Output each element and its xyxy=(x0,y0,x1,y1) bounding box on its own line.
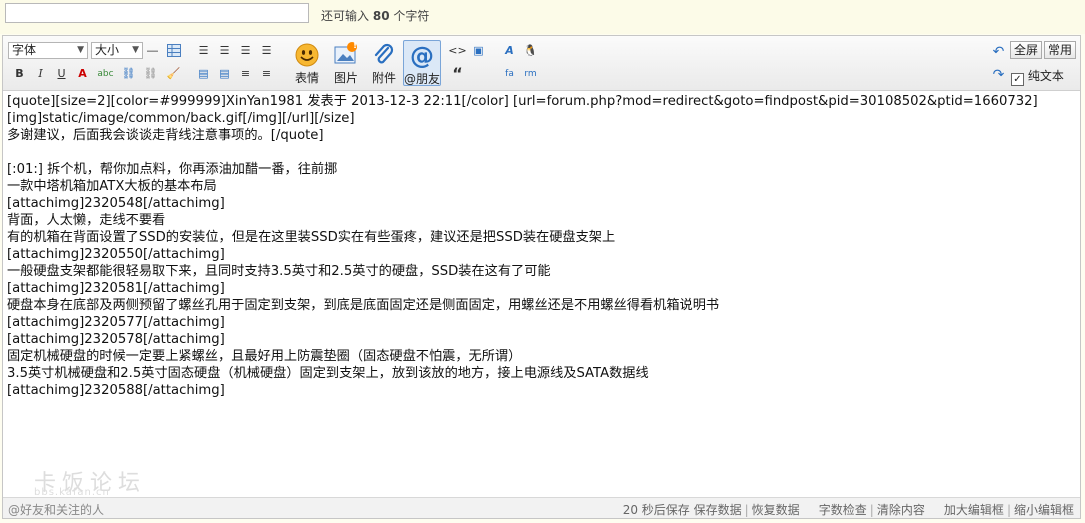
media-icon[interactable]: rm xyxy=(522,65,539,82)
attach-button[interactable]: 附件 xyxy=(365,40,403,86)
checkbox-checked-icon[interactable]: ✓ xyxy=(1011,73,1024,86)
size-select[interactable]: 大小 ▼ xyxy=(91,42,143,59)
mention-friends-link[interactable]: @好友和关注的人 xyxy=(8,501,104,518)
flash-icon[interactable]: fa xyxy=(501,65,518,82)
watermark: 卡饭论坛 bbs.kafan.cn xyxy=(34,465,146,498)
plaintext-label: 纯文本 xyxy=(1027,69,1064,83)
image-badge: ! xyxy=(353,41,358,51)
quote-glyph: “ xyxy=(452,64,463,83)
bold-icon[interactable]: B xyxy=(11,65,28,82)
unlink-icon[interactable]: ⛓ xyxy=(142,65,159,82)
content-line: 有的机箱在背面设置了SSD的安装位，但是在这里装SSD实在有些蛋疼，建议还是把S… xyxy=(7,230,616,245)
common-label: 常用 xyxy=(1048,43,1073,57)
float-left-icon[interactable]: ▤ xyxy=(195,65,212,82)
editor-textarea[interactable]: [quote][size=2][color=#999999]XinYan1981… xyxy=(7,93,1077,493)
attach-label: 附件 xyxy=(371,71,396,85)
content-line: 多谢建议，后面我会谈谈走背线注意事项的。[/quote] xyxy=(7,128,324,143)
redo-icon[interactable]: ↷ xyxy=(990,66,1007,83)
emoji-label: 表情 xyxy=(294,71,319,85)
editor-toolbar: 字体 ▼ 大小 ▼ ― B I U A abc ⛓ ⛓ 🧹 ☰ ☰ ☰ ☰ ▤ ▤ … xyxy=(3,36,1080,91)
mention-button[interactable]: @ @朋友 xyxy=(403,40,441,86)
table-icon[interactable] xyxy=(165,42,182,59)
font-select[interactable]: 字体 ▼ xyxy=(8,42,88,59)
common-button[interactable]: 常用 xyxy=(1044,41,1077,59)
content-line: 一般硬盘支架都能很轻易取下来，且同时支持3.5英寸和2.5英寸的硬盘，SSD装在… xyxy=(7,264,551,279)
background-color-icon[interactable]: abc xyxy=(97,65,114,82)
free-block-icon[interactable]: ▣ xyxy=(470,42,487,59)
mention-label: @朋友 xyxy=(404,72,441,86)
italic-icon[interactable]: I xyxy=(32,65,49,82)
qq-icon[interactable]: 🐧 xyxy=(522,42,539,59)
word-check-link[interactable]: 字数检查 xyxy=(819,503,867,517)
font-style-icon[interactable]: A xyxy=(501,42,518,59)
fullscreen-button[interactable]: 全屏 xyxy=(1010,41,1043,59)
font-color-icon[interactable]: A xyxy=(74,65,91,82)
shrink-editor-link[interactable]: 缩小编辑框 xyxy=(1014,503,1074,517)
plaintext-toggle[interactable]: ✓ 纯文本 xyxy=(1011,67,1064,86)
svg-text:@: @ xyxy=(410,43,434,69)
save-data-link[interactable]: 保存数据 xyxy=(694,503,742,517)
ordered-list-icon[interactable]: ≡ xyxy=(237,65,254,82)
content-line: [attachimg]2320577[/attachimg] xyxy=(7,315,225,330)
enlarge-editor-link[interactable]: 加大编辑框 xyxy=(944,503,1004,517)
content-line: 3.5英寸机械硬盘和2.5英寸固态硬盘（机械硬盘）固定到支架上，放到该放的地方，… xyxy=(7,366,649,381)
undo-icon[interactable]: ↶ xyxy=(990,43,1007,60)
underline-icon[interactable]: U xyxy=(53,65,70,82)
content-line: [attachimg]2320578[/attachimg] xyxy=(7,332,225,347)
fullscreen-label: 全屏 xyxy=(1014,43,1039,57)
align-justify-icon[interactable]: ☰ xyxy=(258,42,275,59)
link-icon[interactable]: ⛓ xyxy=(120,65,137,82)
content-line: 背面，人太懒，走线不要看 xyxy=(7,213,166,228)
clear-content-link[interactable]: 清除内容 xyxy=(877,503,925,517)
size-select-value: 大小 xyxy=(95,43,120,57)
font-select-value: 字体 xyxy=(12,43,37,57)
smiley-icon xyxy=(295,43,319,67)
remaining-chars: 还可输入 80 个字符 xyxy=(321,7,429,24)
content-line: [attachimg]2320550[/attachimg] xyxy=(7,247,225,262)
unordered-list-icon[interactable]: ≡ xyxy=(258,65,275,82)
remaining-count: 80 xyxy=(372,9,390,23)
chevron-down-icon: ▼ xyxy=(77,45,84,55)
align-left-icon[interactable]: ☰ xyxy=(195,42,212,59)
code-icon[interactable]: <> xyxy=(448,42,466,59)
remaining-suffix: 个字符 xyxy=(393,9,430,23)
content-line: [quote][size=2][color=#999999]XinYan1981… xyxy=(7,94,1038,109)
float-right-icon[interactable]: ▤ xyxy=(216,65,233,82)
content-line: 一款中塔机箱加ATX大板的基本布局 xyxy=(7,179,217,194)
content-line: [img]static/image/common/back.gif[/img][… xyxy=(7,111,355,126)
image-label: 图片 xyxy=(333,71,358,85)
remaining-prefix: 还可输入 xyxy=(321,9,370,23)
content-line: 硬盘本身在底部及两侧预留了螺丝孔用于固定到支架，到底是底面固定还是侧面固定，用螺… xyxy=(7,298,720,313)
image-button[interactable]: ! 图片 xyxy=(327,40,365,86)
restore-data-link[interactable]: 恢复数据 xyxy=(752,503,800,517)
align-center-icon[interactable]: ☰ xyxy=(216,42,233,59)
quote-icon[interactable]: “ xyxy=(449,64,466,83)
status-actions: 20 秒后保存 保存数据 | 恢复数据 字数检查 | 清除内容 加大编辑框 | 缩小编辑框 xyxy=(622,503,1074,517)
subject-bar: 还可输入 80 个字符 xyxy=(0,0,1085,34)
content-line xyxy=(7,144,1077,161)
align-right-icon[interactable]: ☰ xyxy=(237,42,254,59)
autosave-countdown: 20 秒后保存 xyxy=(622,503,690,517)
watermark-sub: bbs.kafan.cn xyxy=(34,487,110,498)
at-sign-icon: @ xyxy=(410,43,434,69)
editor: 字体 ▼ 大小 ▼ ― B I U A abc ⛓ ⛓ 🧹 ☰ ☰ ☰ ☰ ▤ ▤ … xyxy=(2,35,1081,519)
subject-input[interactable] xyxy=(5,3,309,23)
content-line: [attachimg]2320548[/attachimg] xyxy=(7,196,225,211)
content-line: [attachimg]2320588[/attachimg] xyxy=(7,383,225,398)
emoji-button[interactable]: 表情 xyxy=(288,40,326,86)
clear-format-icon[interactable]: 🧹 xyxy=(165,65,182,82)
content-line: [:01:] 拆个机，帮你加点料，你再添油加醋一番，往前挪 xyxy=(7,162,338,177)
content-line: 固定机械硬盘的时候一定要上紧螺丝，且最好用上防震垫圈（固态硬盘不怕震，无所谓） xyxy=(7,349,522,364)
editor-statusbar: @好友和关注的人 20 秒后保存 保存数据 | 恢复数据 字数检查 | 清除内容 加大编… xyxy=(3,497,1080,518)
paperclip-icon xyxy=(374,43,394,64)
horizontal-rule-icon[interactable]: ― xyxy=(144,42,161,59)
content-line: [attachimg]2320581[/attachimg] xyxy=(7,281,225,296)
chevron-down-icon: ▼ xyxy=(132,45,139,55)
